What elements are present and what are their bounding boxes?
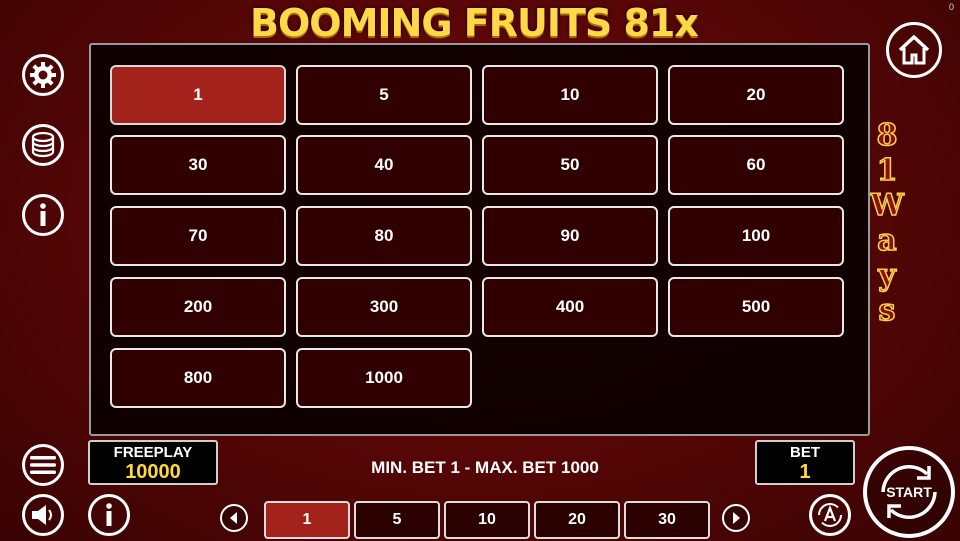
- prev-bet-button[interactable]: [220, 504, 248, 532]
- ways-letter: y: [878, 257, 897, 294]
- corner-counter: 0: [948, 2, 954, 12]
- bet-option[interactable]: 80: [296, 206, 472, 266]
- game-info-button[interactable]: [88, 494, 130, 536]
- home-button[interactable]: [886, 22, 942, 78]
- start-button[interactable]: START: [863, 446, 955, 538]
- home-icon: [898, 35, 930, 65]
- freeplay-value: 10000: [125, 461, 181, 483]
- freeplay-label: FREEPLAY: [113, 444, 193, 461]
- bet-option[interactable]: 20: [668, 65, 844, 125]
- bet-label: BET: [790, 444, 820, 461]
- bet-selection-panel: 1 5 10 20 30 40 50 60 70 80 90 100 200 3…: [89, 43, 870, 436]
- bet-option[interactable]: 1000: [296, 348, 472, 408]
- ways-letter: a: [876, 222, 897, 259]
- info-button[interactable]: [22, 194, 64, 236]
- quick-bet-option[interactable]: 1: [264, 501, 350, 539]
- ways-letter: W: [869, 187, 904, 224]
- bet-option[interactable]: 40: [296, 135, 472, 195]
- chevron-right-icon: [733, 512, 740, 524]
- bet-option[interactable]: 60: [668, 135, 844, 195]
- ways-letter: s: [878, 292, 896, 329]
- settings-button[interactable]: [22, 54, 64, 96]
- freeplay-display: FREEPLAY 10000: [88, 440, 218, 485]
- quick-bet-option[interactable]: 20: [534, 501, 620, 539]
- bet-limits-text: MIN. BET 1 - MAX. BET 1000: [371, 458, 599, 477]
- bet-option[interactable]: 400: [482, 277, 658, 337]
- bet-option[interactable]: 10: [482, 65, 658, 125]
- quick-bet-option[interactable]: 30: [624, 501, 710, 539]
- bet-option[interactable]: 300: [296, 277, 472, 337]
- next-bet-button[interactable]: [722, 504, 750, 532]
- info-icon: [106, 503, 112, 526]
- chevron-left-icon: [230, 512, 237, 524]
- bet-option[interactable]: 200: [110, 277, 286, 337]
- bet-option[interactable]: 1: [110, 65, 286, 125]
- ways-letter: 8: [876, 117, 898, 154]
- bet-option[interactable]: 50: [482, 135, 658, 195]
- bet-option[interactable]: 100: [668, 206, 844, 266]
- gear-icon: [30, 62, 56, 88]
- quick-bet-option[interactable]: 10: [444, 501, 530, 539]
- bet-option[interactable]: 70: [110, 206, 286, 266]
- coins-button[interactable]: [22, 124, 64, 166]
- bet-value: 1: [799, 461, 811, 483]
- bet-option[interactable]: 500: [668, 277, 844, 337]
- menu-button[interactable]: [22, 444, 64, 486]
- sound-button[interactable]: [22, 494, 64, 536]
- bet-option[interactable]: 800: [110, 348, 286, 408]
- menu-icon: [30, 456, 56, 474]
- autoplay-icon: [818, 503, 842, 527]
- coins-icon: [31, 131, 55, 158]
- game-title: BOOMING FRUITS 81x: [250, 1, 699, 45]
- bet-option[interactable]: 90: [482, 206, 658, 266]
- speaker-icon: [32, 505, 52, 525]
- autoplay-button[interactable]: [809, 494, 851, 536]
- bet-option[interactable]: 30: [110, 135, 286, 195]
- bet-option[interactable]: 5: [296, 65, 472, 125]
- bet-display: BET 1: [755, 440, 855, 485]
- ways-letter: 1: [876, 152, 898, 189]
- ways-badge: 8 1 W a y s: [869, 117, 904, 329]
- info-icon: [40, 203, 46, 226]
- start-label: START: [886, 484, 932, 500]
- quick-bet-option[interactable]: 5: [354, 501, 440, 539]
